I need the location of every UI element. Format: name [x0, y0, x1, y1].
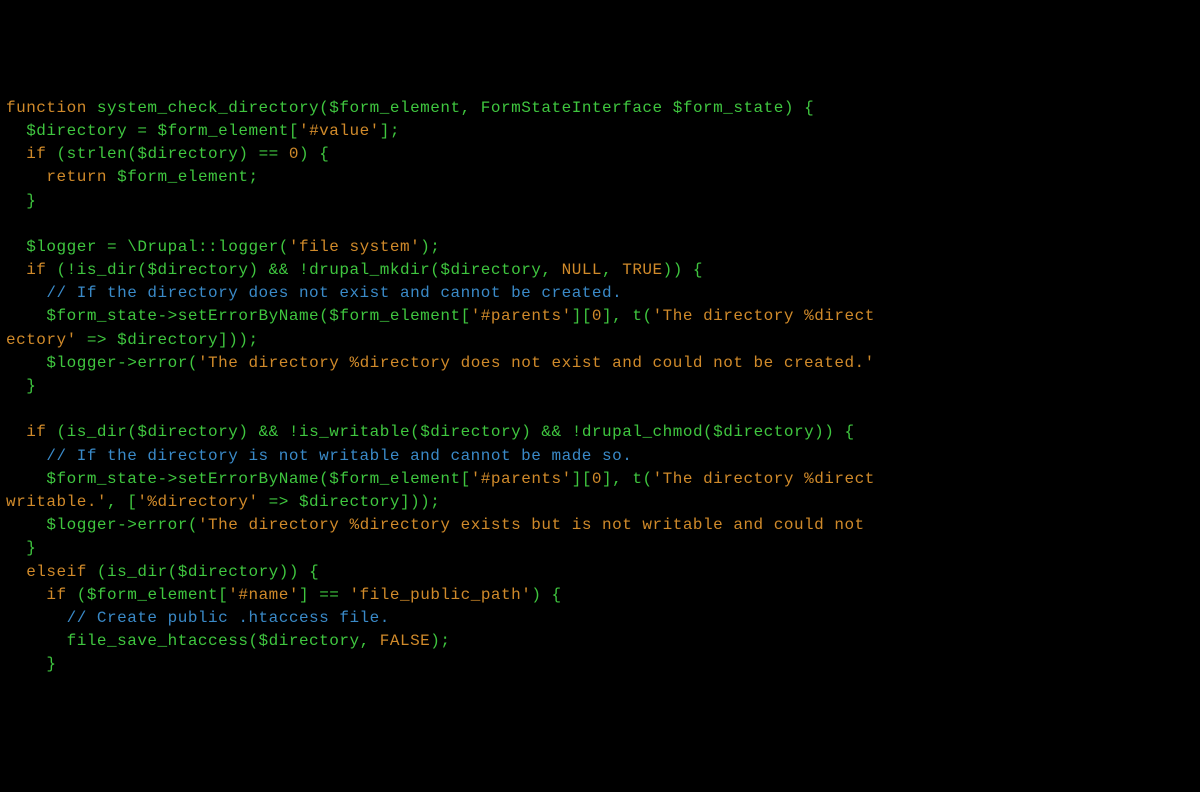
variable: $form_state	[46, 307, 157, 325]
code-line: // If the directory does not exist and c…	[6, 282, 1194, 305]
string: 'The directory %directory exists but is …	[198, 516, 875, 534]
code-line: }	[6, 653, 1194, 676]
function-name: is_dir	[67, 423, 128, 441]
punc: (	[319, 99, 329, 117]
variable: $form_element	[329, 307, 460, 325]
code-line: $directory = $form_element['#value'];	[6, 120, 1194, 143]
keyword: if	[26, 145, 56, 163]
string: '#name'	[228, 586, 299, 604]
function-name: logger	[218, 238, 279, 256]
variable: $directory	[178, 563, 279, 581]
code-line: if (!is_dir($directory) && !drupal_mkdir…	[6, 259, 1194, 282]
code-line: return $form_element;	[6, 166, 1194, 189]
function-name: drupal_chmod	[582, 423, 703, 441]
code-line: $logger->error('The directory %directory…	[6, 352, 1194, 375]
code-line: if ($form_element['#name'] == 'file_publ…	[6, 584, 1194, 607]
function-name: t	[632, 307, 642, 325]
function-name: error	[137, 354, 188, 372]
variable: $directory	[440, 261, 541, 279]
code-line-wrap: writable.', ['%directory' => $directory]…	[6, 491, 1194, 514]
keyword: function	[6, 99, 97, 117]
variable: $form_element	[329, 99, 460, 117]
comment: // If the directory does not exist and c…	[46, 284, 622, 302]
punc: ) {	[784, 99, 814, 117]
variable: $logger	[46, 354, 117, 372]
variable: $form_element	[158, 122, 289, 140]
function-name: setErrorByName	[178, 470, 319, 488]
comment: // If the directory is not writable and …	[46, 447, 632, 465]
code-line: $logger = \Drupal::logger('file system')…	[6, 236, 1194, 259]
code-line: $form_state->setErrorByName($form_elemen…	[6, 468, 1194, 491]
code-line: }	[6, 375, 1194, 398]
comment: // Create public .htaccess file.	[67, 609, 390, 627]
string: '%directory'	[137, 493, 258, 511]
variable: $form_element	[87, 586, 218, 604]
variable: $directory	[420, 423, 521, 441]
string: '#parents'	[471, 470, 572, 488]
code-line: if (strlen($directory) == 0) {	[6, 143, 1194, 166]
variable: $directory	[137, 145, 238, 163]
variable: $directory	[713, 423, 814, 441]
string: '#parents'	[471, 307, 572, 325]
variable: $directory	[299, 493, 400, 511]
number: 0	[592, 470, 602, 488]
string: 'The directory %direct	[653, 470, 875, 488]
variable: $form_element	[329, 470, 460, 488]
constant: TRUE	[622, 261, 662, 279]
code-line: $form_state->setErrorByName($form_elemen…	[6, 305, 1194, 328]
function-name: drupal_mkdir	[309, 261, 430, 279]
function-name: strlen	[67, 145, 128, 163]
code-line: }	[6, 190, 1194, 213]
function-name: setErrorByName	[178, 307, 319, 325]
function-name: is_writable	[299, 423, 410, 441]
code-line: // If the directory is not writable and …	[6, 445, 1194, 468]
function-name: error	[137, 516, 188, 534]
number: 0	[289, 145, 299, 163]
variable: $directory	[26, 122, 127, 140]
punc: ,	[461, 99, 481, 117]
code-line: }	[6, 537, 1194, 560]
operator: =	[127, 122, 157, 140]
string: 'file system'	[289, 238, 420, 256]
code-line-wrap: ectory' => $directory]));	[6, 329, 1194, 352]
function-name: t	[632, 470, 642, 488]
keyword: if	[26, 423, 56, 441]
function-name: is_dir	[107, 563, 168, 581]
string: 'file_public_path'	[350, 586, 532, 604]
string: '#value'	[299, 122, 380, 140]
variable: $logger	[46, 516, 117, 534]
code-line: elseif (is_dir($directory)) {	[6, 561, 1194, 584]
code-line: // Create public .htaccess file.	[6, 607, 1194, 630]
number: 0	[592, 307, 602, 325]
type-name: FormStateInterface	[481, 99, 673, 117]
code-line: if (is_dir($directory) && !is_writable($…	[6, 421, 1194, 444]
variable: $directory	[147, 261, 248, 279]
function-name: system_check_directory	[97, 99, 319, 117]
constant: NULL	[562, 261, 602, 279]
code-line: $logger->error('The directory %directory…	[6, 514, 1194, 537]
keyword: if	[46, 586, 76, 604]
string: 'The directory %direct	[653, 307, 875, 325]
code-line: file_save_htaccess($directory, FALSE);	[6, 630, 1194, 653]
string: 'The directory %directory does not exist…	[198, 354, 875, 372]
code-line	[6, 398, 1194, 421]
keyword: return	[46, 168, 117, 186]
constant: FALSE	[380, 632, 431, 650]
code-line: function system_check_directory($form_el…	[6, 97, 1194, 120]
function-name: file_save_htaccess	[67, 632, 249, 650]
function-name: is_dir	[77, 261, 138, 279]
keyword: elseif	[26, 563, 97, 581]
code-line	[6, 213, 1194, 236]
variable: $directory	[117, 331, 218, 349]
variable: $form_state	[46, 470, 157, 488]
keyword: if	[26, 261, 56, 279]
code-viewer: function system_check_directory($form_el…	[6, 97, 1194, 677]
variable: $directory	[137, 423, 238, 441]
variable: $logger	[26, 238, 97, 256]
variable: $form_element	[117, 168, 248, 186]
variable: $form_state	[673, 99, 784, 117]
variable: $directory	[259, 632, 360, 650]
